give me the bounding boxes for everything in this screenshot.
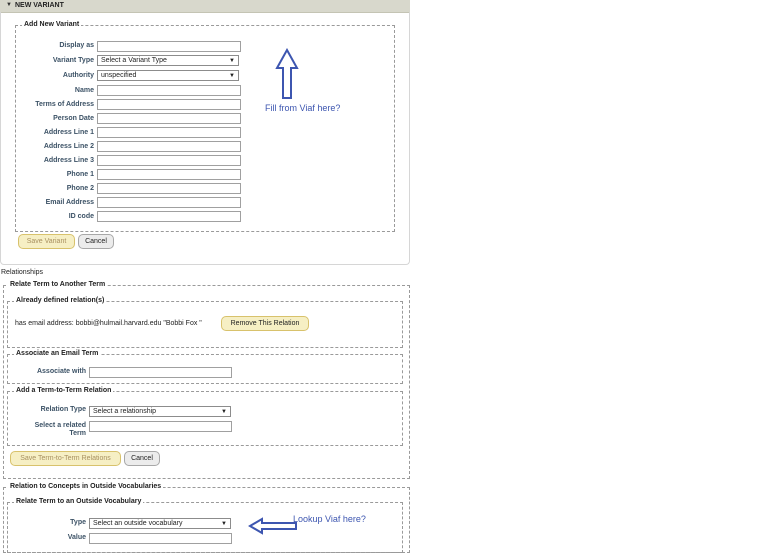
- display-as-label: Display as: [59, 42, 94, 49]
- phone-2-label: Phone 2: [66, 185, 94, 192]
- cancel-relations-button[interactable]: Cancel: [124, 451, 160, 466]
- associate-email-legend: Associate an Email Term: [16, 350, 99, 357]
- display-as-input[interactable]: [97, 41, 241, 52]
- chevron-down-icon: ▼: [229, 58, 235, 64]
- authority-label: Authority: [62, 72, 94, 79]
- remove-relation-button[interactable]: Remove This Relation: [221, 316, 309, 331]
- term-to-term-legend: Add a Term-to-Term Relation: [16, 387, 112, 394]
- save-variant-button[interactable]: Save Variant: [18, 234, 75, 249]
- relate-outside-legend: Relate Term to an Outside Vocabulary: [16, 498, 142, 505]
- name-label: Name: [74, 87, 94, 94]
- related-term-input[interactable]: [89, 421, 232, 432]
- terms-of-address-label: Terms of Address: [35, 101, 94, 108]
- outside-value-input[interactable]: [89, 533, 232, 544]
- variant-type-label: Variant Type: [52, 57, 94, 64]
- collapse-triangle-icon[interactable]: ▼: [6, 2, 12, 8]
- add-new-variant-legend: Add New Variant: [24, 21, 80, 28]
- lookup-viaf-note: Lookup Viaf here?: [293, 514, 366, 524]
- phone-2-input[interactable]: [97, 183, 241, 194]
- relation-type-selected: Select a relationship: [93, 408, 157, 415]
- outside-vocab-selected: Select an outside vocabulary: [93, 520, 183, 527]
- value-label: Value: [67, 534, 86, 541]
- type-label: Type: [70, 519, 86, 526]
- relate-term-legend: Relate Term to Another Term: [10, 281, 106, 288]
- related-term-label: Select a related Term: [34, 422, 86, 437]
- person-date-input[interactable]: [97, 113, 241, 124]
- left-arrow-icon: [248, 517, 297, 535]
- relation-type-label: Relation Type: [40, 406, 86, 413]
- header-title: NEW VARIANT: [15, 2, 64, 9]
- relation-type-select[interactable]: Select a relationship ▼: [89, 406, 231, 417]
- address-line-3-input[interactable]: [97, 155, 241, 166]
- save-term-relations-button[interactable]: Save Term-to-Term Relations: [10, 451, 121, 466]
- outside-vocab-select[interactable]: Select an outside vocabulary ▼: [89, 518, 231, 529]
- authority-select[interactable]: unspecified ▼: [97, 70, 239, 81]
- chevron-down-icon: ▼: [221, 521, 227, 527]
- authority-selected: unspecified: [101, 72, 137, 79]
- id-code-input[interactable]: [97, 211, 241, 222]
- address-line-2-input[interactable]: [97, 141, 241, 152]
- variant-type-select[interactable]: Select a Variant Type ▼: [97, 55, 239, 66]
- variant-type-selected: Select a Variant Type: [101, 57, 167, 64]
- phone-1-label: Phone 1: [66, 171, 94, 178]
- already-defined-legend: Already defined relation(s): [16, 297, 105, 304]
- address-line-3-label: Address Line 3: [43, 157, 94, 164]
- email-address-input[interactable]: [97, 197, 241, 208]
- fill-from-viaf-note: Fill from Viaf here?: [265, 103, 341, 113]
- associate-with-label: Associate with: [36, 368, 86, 375]
- relationships-title: Relationships: [1, 269, 44, 276]
- name-input[interactable]: [97, 85, 241, 96]
- address-line-1-input[interactable]: [97, 127, 241, 138]
- person-date-label: Person Date: [53, 115, 94, 122]
- email-address-label: Email Address: [45, 199, 94, 206]
- chevron-down-icon: ▼: [229, 73, 235, 79]
- chevron-down-icon: ▼: [221, 409, 227, 415]
- cancel-variant-button[interactable]: Cancel: [78, 234, 114, 249]
- up-arrow-icon: [275, 48, 299, 99]
- phone-1-input[interactable]: [97, 169, 241, 180]
- associate-with-input[interactable]: [89, 367, 232, 378]
- address-line-1-label: Address Line 1: [43, 129, 94, 136]
- existing-relation-text: has email address: bobbi@hulmail.harvard…: [15, 320, 202, 327]
- address-line-2-label: Address Line 2: [43, 143, 94, 150]
- outside-vocab-legend: Relation to Concepts in Outside Vocabula…: [10, 483, 162, 490]
- terms-of-address-input[interactable]: [97, 99, 241, 110]
- id-code-label: ID code: [68, 213, 94, 220]
